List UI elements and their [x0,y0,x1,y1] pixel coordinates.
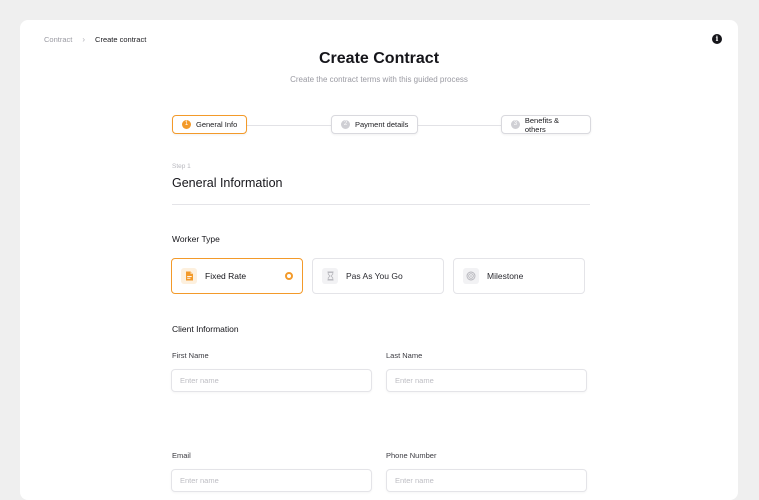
stepper-connector [247,125,332,126]
worker-type-milestone[interactable]: Milestone [453,258,585,294]
worker-type-label: Milestone [487,271,524,281]
page-title: Create Contract [318,50,440,67]
page-subtitle: Create the contract terms with this guid… [290,75,468,84]
step-label: Benefits & others [524,115,560,134]
step-number: 1 [182,120,191,129]
worker-type-pay-as-you-go[interactable]: Pas As You Go [312,258,444,294]
document-icon [181,268,197,284]
target-icon [463,268,479,284]
first-name-label: First Name [172,351,209,360]
section-title: General Information [172,176,283,190]
breadcrumb-contract[interactable]: Contract [44,35,72,44]
stepper: 1 General Info 2 Payment details 3 Benef… [172,115,591,136]
client-information-heading: Client Information [172,324,239,334]
worker-type-fixed-rate[interactable]: Fixed Rate [171,258,303,294]
worker-type-label: Fixed Rate [205,271,247,281]
section-divider [172,204,590,205]
last-name-label: Last Name [386,351,423,360]
breadcrumb-separator: › [82,35,86,44]
step-number: 3 [511,120,520,129]
worker-type-group: Fixed Rate Pas As You Go Milestone [171,258,587,296]
stepper-connector [417,125,502,126]
hourglass-icon [322,268,338,284]
step-number: 2 [341,120,350,129]
info-icon[interactable]: i [712,34,722,44]
step-benefits-others[interactable]: 3 Benefits & others [501,115,591,134]
step-indicator: Step 1 [172,163,191,170]
worker-type-label: Pas As You Go [346,271,403,281]
email-label: Email [172,451,191,460]
worker-type-heading: Worker Type [172,234,220,244]
step-general-info[interactable]: 1 General Info [172,115,248,134]
step-payment-details[interactable]: 2 Payment details [331,115,419,134]
last-name-input[interactable] [386,369,587,392]
phone-number-label: Phone Number [386,451,437,460]
breadcrumb: Contract › Create contract [44,35,146,44]
main-card: Contract › Create contract i Create Cont… [20,20,738,500]
first-name-input[interactable] [171,369,372,392]
selected-radio-icon [285,272,293,280]
step-label: Payment details [355,120,409,129]
breadcrumb-current: Create contract [95,35,147,44]
step-label: General Info [196,120,238,129]
